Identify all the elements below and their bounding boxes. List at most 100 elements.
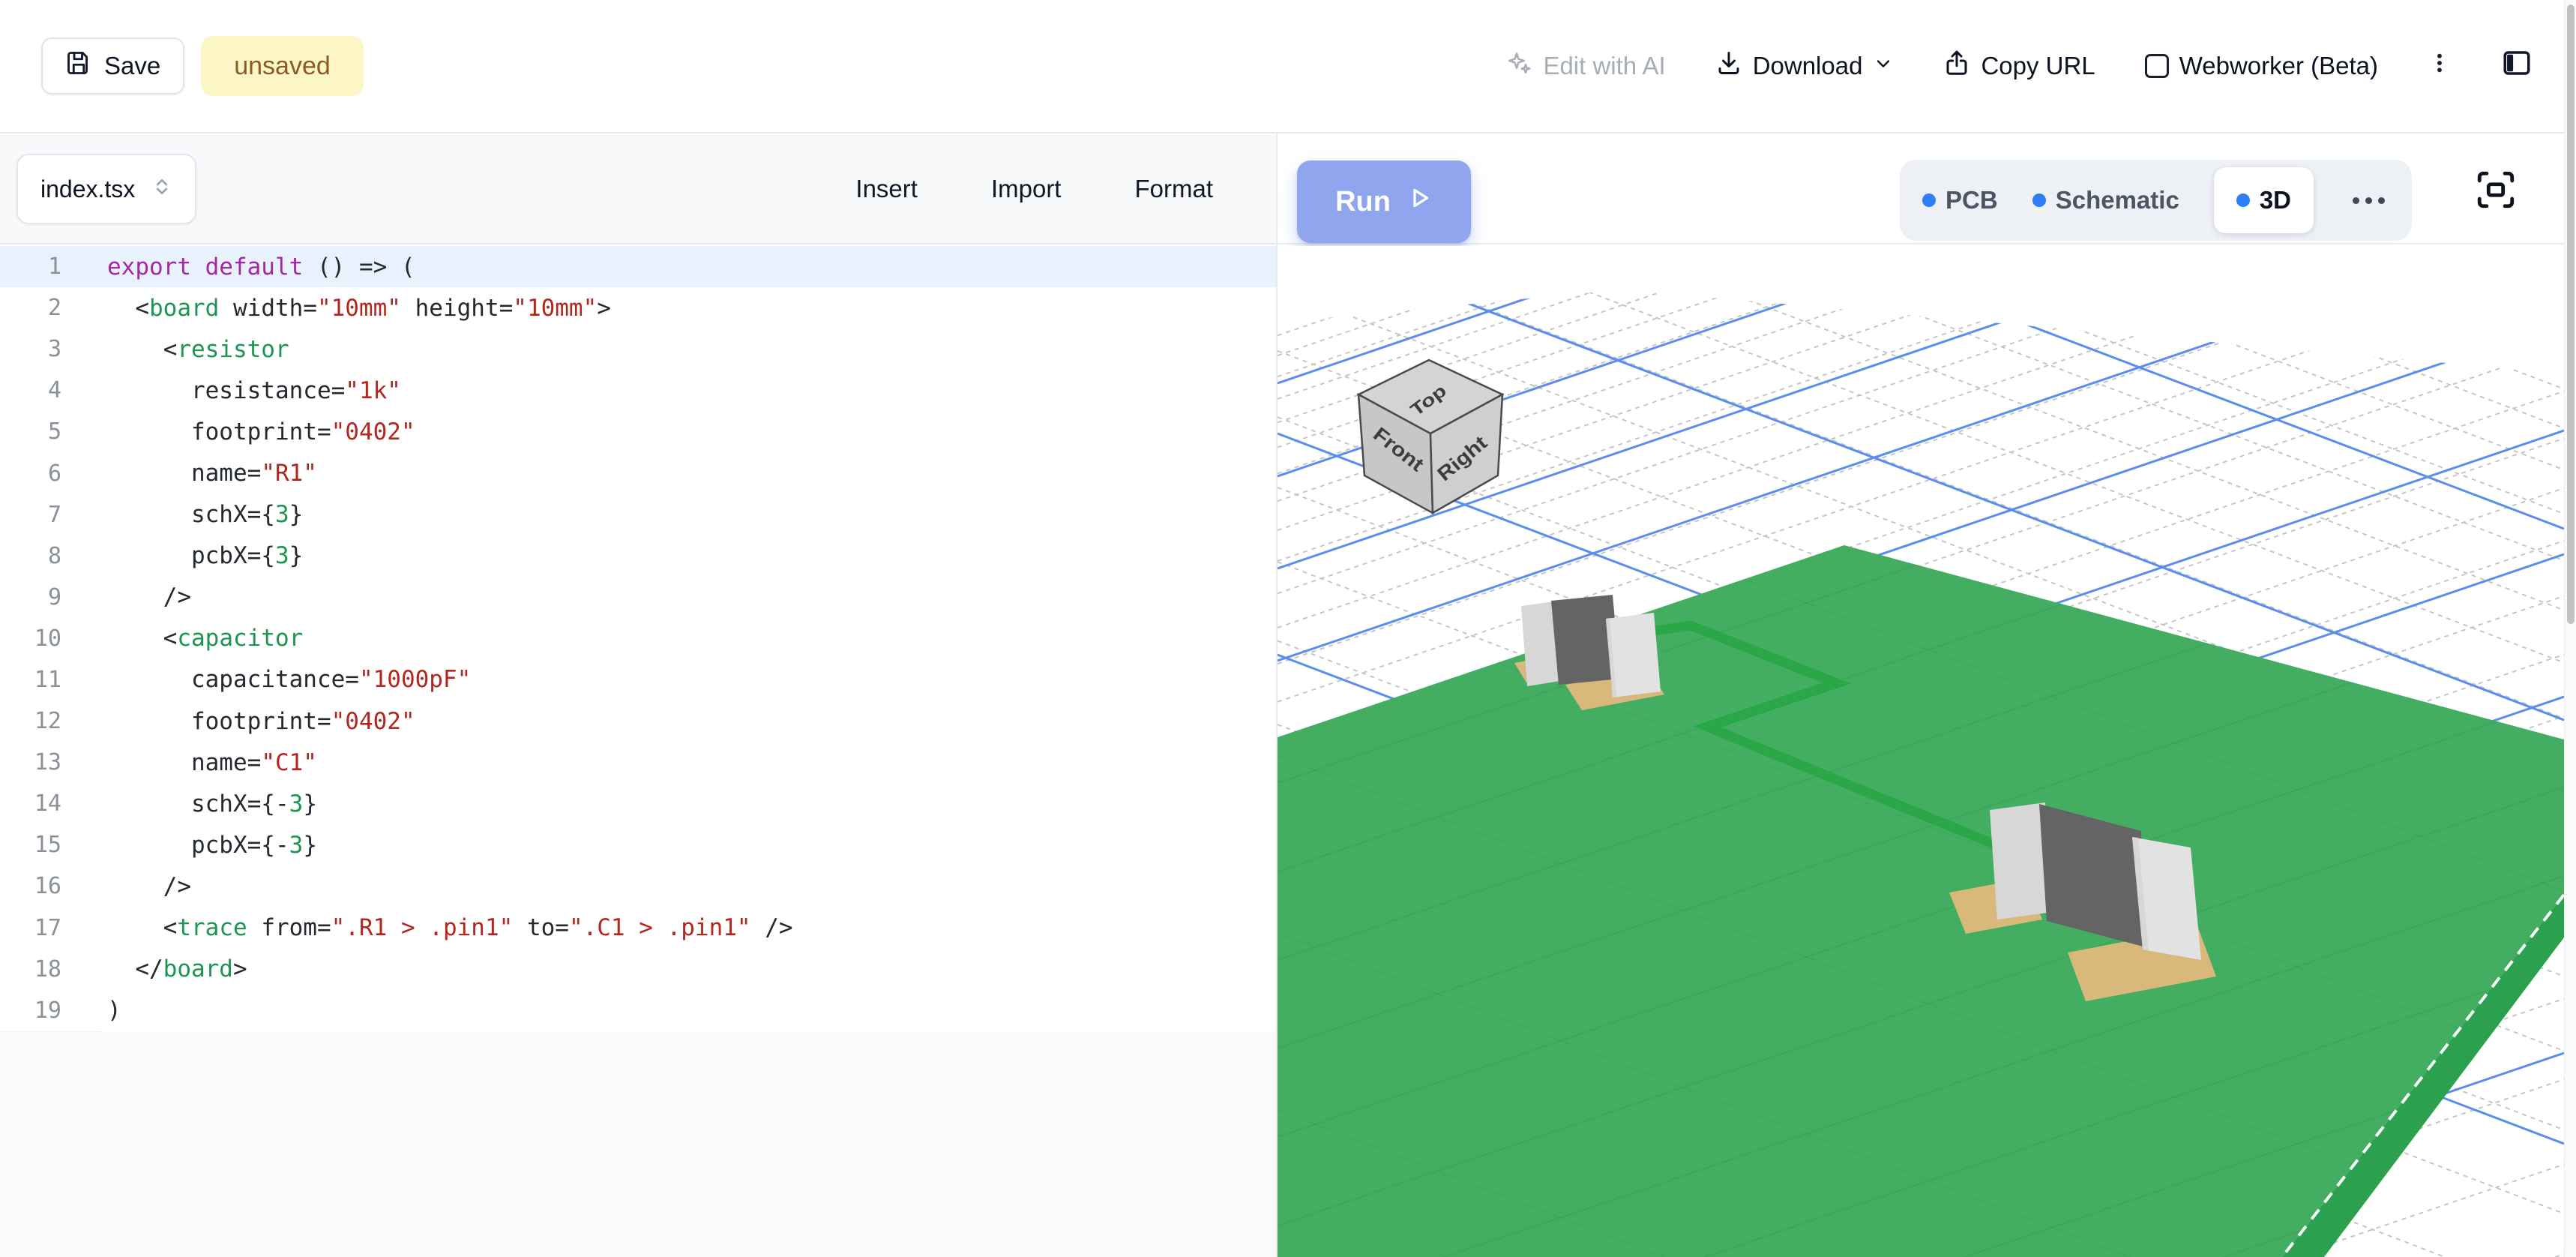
- insert-button[interactable]: Insert: [855, 175, 918, 203]
- fullscreen-button[interactable]: [2474, 168, 2518, 212]
- line-content: ): [99, 997, 121, 1024]
- line-number: 8: [0, 543, 99, 569]
- line-number: 13: [0, 749, 99, 776]
- chevron-down-icon: [1873, 52, 1894, 80]
- file-name: index.tsx: [40, 176, 135, 203]
- line-content: />: [99, 584, 191, 610]
- line-content: name="R1": [99, 460, 317, 487]
- line-number: 6: [0, 460, 99, 487]
- line-content: />: [99, 873, 191, 900]
- run-button[interactable]: Run: [1297, 160, 1471, 243]
- line-content: footprint="0402": [99, 708, 415, 735]
- code-line: 15 pcbX={-3}: [0, 824, 1276, 866]
- share-icon: [1943, 50, 1970, 82]
- line-number: 12: [0, 708, 99, 734]
- line-number: 17: [0, 915, 99, 941]
- pcb-dot-icon: [1922, 194, 1936, 207]
- code-line: 9 />: [0, 577, 1276, 618]
- page-scrollbar[interactable]: [2564, 0, 2576, 1257]
- select-chevrons-icon: [151, 176, 172, 203]
- line-content: <trace from=".R1 > .pin1" to=".C1 > .pin…: [99, 914, 793, 941]
- copy-url-label: Copy URL: [1981, 52, 2095, 80]
- import-button[interactable]: Import: [991, 175, 1062, 203]
- tab-schematic-label: Schematic: [2056, 186, 2179, 214]
- code-line: 1export default () => (: [0, 246, 1276, 287]
- panel-layout-icon: [2501, 47, 2533, 85]
- editor-toolbar: index.tsx Insert Import Format: [0, 135, 1276, 244]
- run-label: Run: [1335, 186, 1391, 218]
- preview-header: Run PCB Schematic 3D: [1278, 135, 2564, 244]
- view-tabs: PCB Schematic 3D: [1900, 160, 2412, 241]
- code-line: 10 <capacitor: [0, 618, 1276, 659]
- tab-schematic[interactable]: Schematic: [2032, 186, 2179, 214]
- line-content: <resistor: [99, 336, 289, 363]
- webworker-toggle[interactable]: Webworker (Beta): [2145, 52, 2378, 80]
- line-number: 2: [0, 295, 99, 321]
- line-content: name="C1": [99, 749, 317, 776]
- edit-with-ai-label: Edit with AI: [1543, 52, 1665, 80]
- code-line: 7 schX={3}: [0, 494, 1276, 536]
- line-number: 10: [0, 626, 99, 652]
- code-line: 14 schX={-3}: [0, 783, 1276, 824]
- 3d-scene: Top Front Right: [1278, 246, 2564, 1257]
- tab-pcb[interactable]: PCB: [1922, 186, 1998, 214]
- line-number: 7: [0, 502, 99, 528]
- webworker-checkbox[interactable]: [2145, 54, 2169, 78]
- line-number: 19: [0, 998, 99, 1024]
- editor-actions: Insert Import Format: [855, 175, 1213, 203]
- file-select[interactable]: index.tsx: [16, 154, 196, 224]
- code-line: 6 name="R1": [0, 452, 1276, 494]
- line-content: <board width="10mm" height="10mm">: [99, 295, 611, 322]
- line-number: 9: [0, 584, 99, 610]
- line-number: 5: [0, 418, 99, 445]
- line-number: 11: [0, 667, 99, 693]
- code-line: 19): [0, 990, 1276, 1031]
- edit-with-ai-button[interactable]: Edit with AI: [1505, 50, 1665, 82]
- line-number: 14: [0, 790, 99, 817]
- kebab-menu-icon: [2428, 51, 2452, 81]
- code-line: 5 footprint="0402": [0, 411, 1276, 452]
- save-icon: [65, 50, 92, 82]
- code-line: 16 />: [0, 866, 1276, 907]
- code-line: 3 <resistor: [0, 328, 1276, 370]
- view-cube[interactable]: Top Front Right: [1358, 360, 1502, 513]
- line-number: 16: [0, 873, 99, 899]
- line-content: schX={3}: [99, 501, 303, 528]
- save-button[interactable]: Save: [41, 38, 184, 94]
- code-line: 12 footprint="0402": [0, 700, 1276, 742]
- line-number: 4: [0, 377, 99, 404]
- save-label: Save: [104, 52, 160, 80]
- topbar-actions: Edit with AI Download Copy: [1505, 47, 2533, 85]
- more-options-button[interactable]: [2428, 51, 2452, 81]
- code-editor[interactable]: 1export default () => (2 <board width="1…: [0, 246, 1276, 1257]
- 3d-dot-icon: [2236, 194, 2250, 207]
- code-line: 4 resistance="1k": [0, 370, 1276, 411]
- 3d-viewport[interactable]: Top Front Right: [1278, 246, 2564, 1257]
- toggle-panel-button[interactable]: [2501, 47, 2533, 85]
- scrollbar-thumb[interactable]: [2567, 4, 2575, 624]
- line-content: export default () => (: [99, 254, 415, 280]
- code-line: 18 </board>: [0, 949, 1276, 990]
- download-button[interactable]: Download: [1715, 50, 1895, 82]
- line-content: pcbX={-3}: [99, 832, 317, 859]
- tab-3d[interactable]: 3D: [2214, 167, 2314, 233]
- line-content: <capacitor: [99, 625, 303, 652]
- copy-url-button[interactable]: Copy URL: [1943, 50, 2095, 82]
- line-content: footprint="0402": [99, 418, 415, 446]
- schematic-dot-icon: [2032, 194, 2046, 207]
- tab-3d-label: 3D: [2260, 186, 2291, 214]
- code-line: 17 <trace from=".R1 > .pin1" to=".C1 > .…: [0, 908, 1276, 949]
- status-badge: unsaved: [201, 36, 364, 96]
- line-content: </board>: [99, 956, 247, 982]
- download-icon: [1715, 50, 1742, 82]
- line-content: schX={-3}: [99, 790, 317, 818]
- tabs-more-button[interactable]: [2348, 197, 2389, 204]
- download-label: Download: [1753, 52, 1863, 80]
- sparkles-icon: [1505, 50, 1532, 82]
- line-content: pcbX={3}: [99, 542, 303, 569]
- play-icon: [1406, 184, 1433, 219]
- format-button[interactable]: Format: [1134, 175, 1213, 203]
- code-line: 2 <board width="10mm" height="10mm">: [0, 287, 1276, 328]
- line-content: resistance="1k": [99, 377, 401, 404]
- webworker-label: Webworker (Beta): [2179, 52, 2378, 80]
